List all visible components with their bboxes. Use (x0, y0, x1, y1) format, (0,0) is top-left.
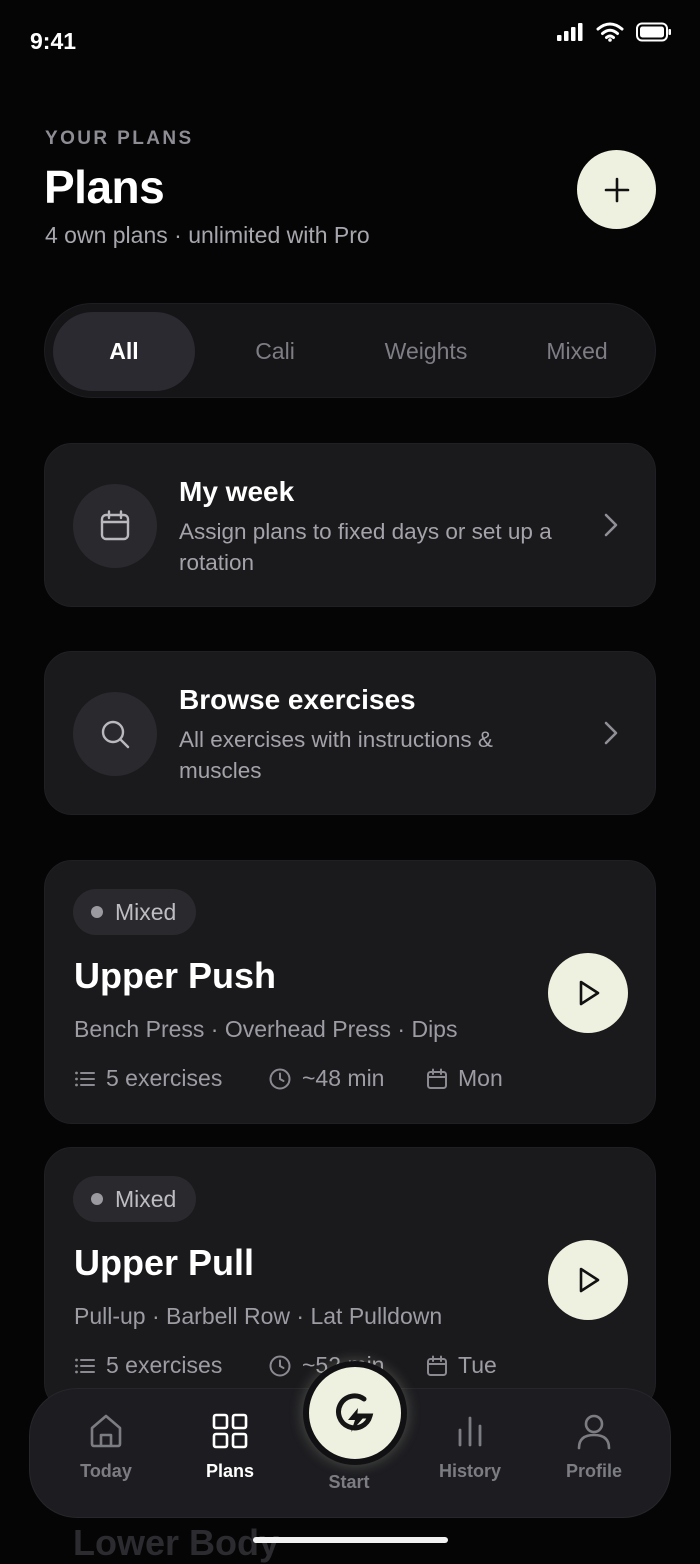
my-week-title: My week (179, 476, 295, 507)
add-plan-button[interactable] (577, 150, 656, 229)
clock-icon (269, 1355, 291, 1376)
nav-start-label: Start (328, 1472, 370, 1492)
play-icon (579, 980, 600, 1006)
start-workout-button[interactable] (303, 1361, 407, 1465)
plan-name: Upper Pull (74, 1242, 255, 1283)
list-icon (75, 1071, 95, 1086)
section-eyebrow: YOUR PLANS (45, 128, 194, 149)
browse-exercises-card[interactable]: Browse exercises All exercises with inst… (44, 651, 656, 815)
nav-profile[interactable]: Profile (534, 1389, 654, 1519)
plan-name-partial: Lower Body (73, 1522, 280, 1563)
filter-cali[interactable]: Cali (204, 312, 346, 391)
grid-icon (212, 1413, 248, 1449)
nav-label: History (438, 1461, 501, 1481)
browse-exercises-title: Browse exercises (179, 684, 416, 715)
chevron-right-icon (604, 513, 618, 537)
calendar-icon (427, 1355, 447, 1376)
plan-type-label: Mixed (115, 1185, 177, 1212)
my-week-description: Assign plans to fixed days or set up a r… (179, 519, 552, 575)
plan-day: Mon (426, 1065, 503, 1092)
plan-type-label: Mixed (115, 898, 177, 925)
exercise-count-label: 5 exercises (106, 1352, 223, 1378)
plan-exercises: Pull-up · Barbell Row · Lat Pulldown (74, 1303, 443, 1329)
plan-name: Upper Push (74, 955, 277, 996)
plan-type-badge: Mixed (73, 1176, 197, 1222)
calendar-icon (427, 1068, 447, 1089)
nav-label: Profile (565, 1461, 622, 1481)
clock-icon (269, 1068, 291, 1089)
user-icon (577, 1414, 611, 1450)
badge-dot (91, 1193, 103, 1205)
wifi-icon (596, 22, 624, 42)
battery-icon (636, 22, 671, 42)
nav-label: Plans (205, 1461, 255, 1481)
badge-dot (91, 906, 103, 918)
nav-history[interactable]: History (410, 1389, 530, 1519)
exercise-count-label: 5 exercises (106, 1065, 223, 1091)
status-icons (556, 22, 672, 42)
nav-label: Today (80, 1461, 132, 1481)
filter-mixed[interactable]: Mixed (506, 312, 648, 391)
start-plan-button[interactable] (548, 1240, 628, 1320)
plus-icon (604, 177, 629, 202)
plan-day: Tue (426, 1352, 497, 1379)
plans-count-subtitle: 4 own plans · unlimited with Pro (45, 222, 370, 248)
filter-all[interactable]: All (53, 312, 195, 391)
list-icon (75, 1358, 95, 1373)
plan-duration: ~48 min (268, 1065, 384, 1092)
nav-today[interactable]: Today (46, 1389, 166, 1519)
calendar-icon-circle (73, 484, 157, 568)
bolt-logo-icon (336, 1393, 374, 1432)
play-icon (579, 1267, 600, 1293)
nav-plans[interactable]: Plans (170, 1389, 290, 1519)
exercise-count: 5 exercises (74, 1065, 222, 1092)
plan-type-badge: Mixed (73, 889, 197, 935)
filter-weights[interactable]: Weights (355, 312, 497, 391)
calendar-icon (100, 510, 130, 541)
plan-card[interactable]: Mixed Upper Push Bench Press · Overhead … (44, 860, 656, 1124)
duration-label: ~48 min (302, 1065, 385, 1091)
status-time: 9:41 (30, 28, 77, 54)
home-icon (90, 1414, 122, 1448)
browse-exercises-description: All exercises with instructions & muscle… (179, 727, 493, 783)
cellular-signal-icon (557, 23, 583, 41)
bar-chart-icon (458, 1416, 482, 1447)
start-plan-button[interactable] (548, 953, 628, 1033)
exercise-count: 5 exercises (74, 1352, 222, 1379)
day-label: Mon (458, 1065, 503, 1091)
my-week-card[interactable]: My week Assign plans to fixed days or se… (44, 443, 656, 607)
search-icon-circle (73, 692, 157, 776)
page-title: Plans (44, 161, 165, 213)
plan-exercises: Bench Press · Overhead Press · Dips (74, 1016, 458, 1042)
plan-type-filter: All Cali Weights Mixed (44, 303, 656, 398)
chevron-right-icon (604, 721, 618, 745)
home-indicator (253, 1537, 448, 1543)
day-label: Tue (458, 1352, 497, 1378)
search-icon (101, 720, 130, 749)
